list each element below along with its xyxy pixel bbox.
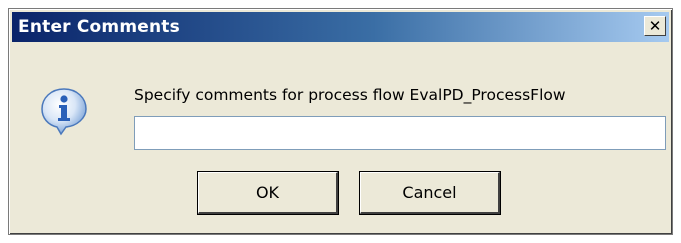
cancel-button-label: Cancel xyxy=(402,183,457,202)
window-title: Enter Comments xyxy=(18,17,180,37)
cancel-button[interactable]: Cancel xyxy=(360,172,500,214)
close-button[interactable]: ✕ xyxy=(644,16,666,36)
info-icon xyxy=(41,88,87,136)
close-icon: ✕ xyxy=(648,17,662,35)
prompt-text: Specify comments for process flow EvalPD… xyxy=(134,86,566,104)
ok-button[interactable]: OK xyxy=(198,172,338,214)
comments-input[interactable] xyxy=(134,116,666,150)
enter-comments-dialog: Enter Comments ✕ Specify comments for pr… xyxy=(8,8,673,235)
title-bar[interactable]: Enter Comments ✕ xyxy=(12,12,669,42)
ok-button-label: OK xyxy=(255,183,280,202)
